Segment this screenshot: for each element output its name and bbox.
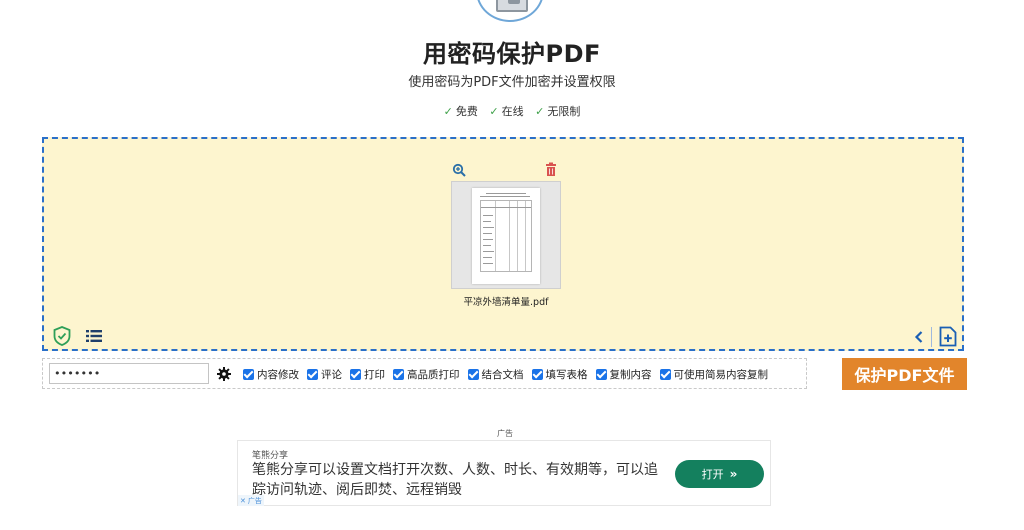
- list-icon[interactable]: [86, 330, 102, 342]
- password-input[interactable]: [49, 363, 209, 384]
- page-subtitle: 使用密码为PDF文件加密并设置权限: [408, 75, 616, 90]
- permission-label: 填写表格: [545, 368, 588, 381]
- checkbox-checked-icon[interactable]: [659, 368, 671, 380]
- permission-print[interactable]: 打印: [350, 367, 385, 382]
- checkbox-checked-icon[interactable]: [307, 368, 318, 380]
- check-icon: ✓: [443, 105, 453, 118]
- checkbox-checked-icon[interactable]: [595, 368, 607, 380]
- double-chevron-right-icon: »: [729, 467, 738, 481]
- permission-settings: 内容修改 评论 打印 高品质打印 结合文档 填写表格 复制内容 可使用简易内容复…: [42, 358, 807, 389]
- permission-label: 打印: [364, 368, 385, 381]
- pdf-page-preview: [472, 188, 540, 284]
- app-logo: [476, 0, 544, 22]
- permission-label: 结合文档: [481, 368, 524, 381]
- feature-item: ✓ 无限制: [535, 105, 580, 118]
- chevron-left-icon[interactable]: [914, 330, 924, 344]
- zoom-in-icon[interactable]: [452, 163, 466, 177]
- checkbox-checked-icon[interactable]: [467, 368, 479, 380]
- check-icon: ✓: [489, 105, 499, 118]
- feature-list: ✓ 免费 ✓ 在线 ✓ 无限制: [0, 103, 1024, 119]
- ad-banner[interactable]: 笔熊分享 笔熊分享可以设置文档打开次数、人数、时长、有效期等，可以追踪访问轨迹、…: [237, 440, 771, 506]
- file-name: 平凉外墙清单量.pdf: [463, 297, 549, 308]
- permission-checkboxes: 内容修改 评论 打印 高品质打印 结合文档 填写表格 复制内容 可使用简易内容复…: [243, 365, 776, 383]
- permission-copy-content[interactable]: 复制内容: [595, 367, 652, 382]
- permission-assemble-document[interactable]: 结合文档: [467, 367, 524, 382]
- permission-fill-forms[interactable]: 填写表格: [531, 367, 588, 382]
- permission-label: 复制内容: [609, 368, 652, 381]
- checkbox-checked-icon[interactable]: [393, 368, 404, 380]
- feature-item: ✓ 在线: [489, 105, 523, 118]
- permission-content-modify[interactable]: 内容修改: [243, 367, 299, 382]
- file-drop-zone[interactable]: 平凉外墙清单量.pdf: [42, 137, 964, 351]
- permission-simple-copy[interactable]: 可使用简易内容复制: [659, 367, 769, 382]
- add-file-icon[interactable]: [939, 326, 957, 347]
- permission-label: 评论: [321, 368, 342, 381]
- page-title: 用密码保护PDF: [423, 40, 601, 68]
- trash-icon[interactable]: [544, 162, 558, 176]
- ad-text[interactable]: 笔熊分享可以设置文档打开次数、人数、时长、有效期等，可以追踪访问轨迹、阅后即焚、…: [252, 460, 662, 500]
- ad-open-button[interactable]: 打开 »: [675, 460, 764, 488]
- shield-check-icon[interactable]: [53, 326, 71, 346]
- logo-lock-icon: [508, 0, 520, 4]
- close-icon[interactable]: ✕: [240, 497, 246, 505]
- feature-item: ✓ 免费: [444, 105, 478, 118]
- permission-comment[interactable]: 评论: [307, 367, 342, 382]
- toolbar-divider: [931, 327, 932, 347]
- ad-open-label: 打开: [701, 468, 724, 481]
- pdf-thumbnail[interactable]: [451, 181, 561, 289]
- checkbox-checked-icon[interactable]: [350, 368, 361, 380]
- ad-label: 广告: [497, 429, 513, 438]
- permission-label: 内容修改: [257, 368, 299, 381]
- ad-choices[interactable]: ✕ 广告: [238, 495, 264, 506]
- check-icon: ✓: [535, 105, 545, 118]
- permission-label: 高品质打印: [407, 368, 460, 381]
- page: 用密码保护PDF 使用密码为PDF文件加密并设置权限 ✓ 免费 ✓ 在线 ✓ 无限制: [0, 0, 1024, 530]
- gear-icon[interactable]: [217, 367, 231, 381]
- checkbox-checked-icon[interactable]: [243, 368, 254, 380]
- feature-label: 无限制: [547, 105, 581, 118]
- feature-label: 免费: [455, 105, 478, 118]
- protect-pdf-button[interactable]: 保护PDF文件: [842, 358, 967, 390]
- feature-label: 在线: [501, 105, 524, 118]
- permission-high-quality-print[interactable]: 高品质打印: [393, 367, 460, 382]
- ad-choice-label: 广告: [247, 496, 262, 505]
- checkbox-checked-icon[interactable]: [531, 368, 543, 380]
- permission-label: 可使用简易内容复制: [673, 368, 769, 381]
